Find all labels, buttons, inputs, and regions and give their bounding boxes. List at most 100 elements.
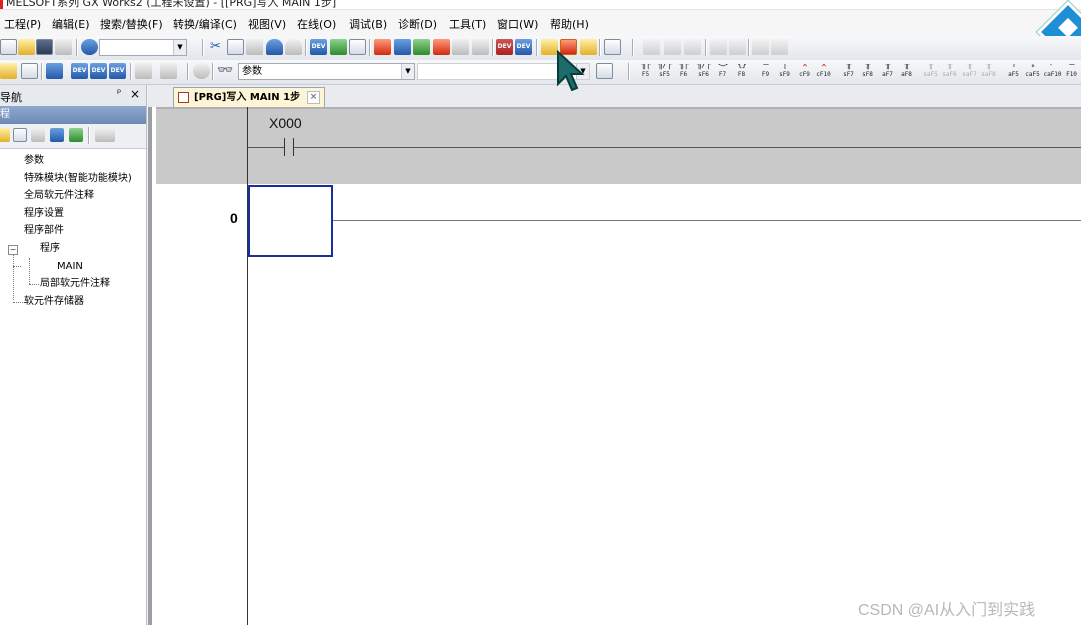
ladder-key-af8[interactable]: ╫ aF8 [897, 64, 916, 80]
navigation-toolbar [0, 124, 146, 149]
menu-diagnostics[interactable]: 诊断(D) [398, 16, 437, 32]
tab-main-program[interactable]: [PRG]写入 MAIN 1步 × [173, 87, 325, 107]
navigation-section-label: 程 [0, 109, 10, 120]
print-icon[interactable] [55, 39, 72, 55]
device-verify-icon[interactable] [349, 39, 366, 55]
ladder-key-f8[interactable]: {} F8 [732, 64, 751, 80]
menu-help[interactable]: 帮助(H) [550, 16, 589, 32]
arrange-icon[interactable] [643, 39, 660, 55]
menu-project[interactable]: 工程(P) [4, 16, 41, 32]
ladder-key-label: saF8 [981, 71, 996, 78]
open-folder-icon[interactable] [18, 39, 35, 55]
ladder-key-f5[interactable]: ╢├ F5 [636, 64, 655, 80]
undo-icon[interactable] [266, 39, 283, 55]
batch-monitor-icon[interactable] [472, 39, 489, 55]
ladder-key-cf9[interactable]: ✕ cF9 [795, 64, 814, 80]
copy-data-icon[interactable] [13, 128, 27, 142]
ladder-key-f9[interactable]: — F9 [756, 64, 775, 80]
project-icon[interactable] [0, 63, 17, 79]
menu-edit[interactable]: 编辑(E) [52, 16, 90, 32]
ladder-key-saf8[interactable]: ╫ saF8 [979, 64, 998, 80]
refresh-icon[interactable] [69, 128, 83, 142]
ladder-key-caf10[interactable]: ⌐ caF10 [1043, 64, 1062, 80]
ladder-key-label: sF6 [698, 71, 709, 78]
ladder-key-af5[interactable]: ↑ aF5 [1004, 64, 1023, 80]
ladder-key-label: saF5 [923, 71, 938, 78]
copy-icon[interactable] [227, 39, 244, 55]
binoculars-icon[interactable]: 👓 [217, 63, 234, 79]
ladder-key-sf8[interactable]: ╫ sF8 [858, 64, 877, 80]
ladder-key-saf5[interactable]: ╫ saF5 [921, 64, 940, 80]
ladder-key-f10[interactable]: — F10 [1062, 64, 1081, 80]
arrange3-icon[interactable] [684, 39, 701, 55]
monitor-write-icon[interactable] [452, 39, 469, 55]
device-batch-icon[interactable]: DEV [515, 39, 532, 55]
plc-write-icon[interactable] [374, 39, 391, 55]
device-read-icon[interactable] [330, 39, 347, 55]
ladder-key-saf6[interactable]: ╫ saF6 [940, 64, 959, 80]
pin-icon[interactable]: ᵖ [117, 88, 121, 99]
window-icon[interactable] [46, 63, 63, 79]
tab-close-icon[interactable]: × [307, 91, 320, 104]
contact-device-label: X000 [269, 115, 302, 131]
parameter-combo[interactable]: 参数 ▼ [238, 63, 415, 80]
zoom-out-icon[interactable] [729, 39, 746, 55]
ladder-key-caf5[interactable]: ↓ caF5 [1023, 64, 1042, 80]
ladder-symbol-icon: ╫ [865, 64, 870, 70]
ladder-editor[interactable]: X000 0 [148, 107, 1081, 625]
page-icon[interactable] [596, 63, 613, 79]
find-device-icon[interactable] [160, 63, 177, 79]
ladder-key-af7[interactable]: ╫ aF7 [878, 64, 897, 80]
plc-read-icon[interactable] [394, 39, 411, 55]
cut-icon[interactable]: ✂ [207, 39, 224, 55]
menu-convert-compile[interactable]: 转换/编译(C) [173, 16, 237, 32]
entry-data-monitor-icon[interactable]: DEV [496, 39, 513, 55]
module-icon[interactable] [21, 63, 38, 79]
device-memory-icon[interactable]: DEV [109, 63, 126, 79]
ladder-key-f6[interactable]: ╢├ F6 [674, 64, 693, 80]
watch-icon[interactable] [135, 63, 152, 79]
device-comment-icon[interactable]: DEV [71, 63, 88, 79]
menu-debug[interactable]: 调试(B) [349, 16, 387, 32]
menu-tools[interactable]: 工具(T) [449, 16, 486, 32]
help-icon[interactable] [81, 39, 98, 55]
project-combo[interactable]: ▼ [99, 39, 187, 56]
paste-data-icon[interactable] [31, 128, 45, 142]
new-data-icon[interactable] [0, 128, 10, 142]
ladder-key-label: sF9 [779, 71, 790, 78]
device-write-icon[interactable]: DEV [310, 39, 327, 55]
ladder-key-cf10[interactable]: ✕ cF10 [814, 64, 833, 80]
ladder-cursor[interactable] [248, 185, 333, 257]
menu-search-replace[interactable]: 搜索/替换(F) [100, 16, 163, 32]
sfc2-icon[interactable] [771, 39, 788, 55]
ladder-key-label: cF10 [816, 71, 831, 78]
sfc-icon[interactable] [752, 39, 769, 55]
ladder-key-f7[interactable]: <> F7 [713, 64, 732, 80]
ladder-symbol-icon: ✕ [821, 64, 826, 70]
close-icon[interactable]: × [130, 87, 140, 101]
ladder-key-saf7[interactable]: ╫ saF7 [960, 64, 979, 80]
device-list-icon[interactable]: DEV [90, 63, 107, 79]
sort-icon[interactable] [95, 128, 115, 142]
paste-icon[interactable] [246, 39, 263, 55]
save-icon[interactable] [36, 39, 53, 55]
question-icon[interactable] [193, 63, 210, 79]
ladder-key-sf9[interactable]: | sF9 [775, 64, 794, 80]
ladder-key-sf5[interactable]: ╢/├ sF5 [655, 64, 674, 80]
zoom-in-icon[interactable] [710, 39, 727, 55]
ladder-key-sf6[interactable]: ╢/├ sF6 [694, 64, 713, 80]
menu-view[interactable]: 视图(V) [248, 16, 286, 32]
menu-online[interactable]: 在线(O) [297, 16, 336, 32]
collapse-icon[interactable]: − [8, 245, 18, 255]
stop-monitor-icon[interactable] [433, 39, 450, 55]
new-file-icon[interactable] [0, 39, 17, 55]
menu-window[interactable]: 窗口(W) [497, 16, 538, 32]
ladder-key-sf7[interactable]: ╫ sF7 [839, 64, 858, 80]
property-icon[interactable] [50, 128, 64, 142]
redo-icon[interactable] [285, 39, 302, 55]
screen-display-icon[interactable] [604, 39, 621, 55]
ladder-symbol-icon: ╫ [947, 64, 952, 70]
monitor-icon[interactable] [413, 39, 430, 55]
arrange2-icon[interactable] [664, 39, 681, 55]
ladder-symbol-icon: {} [737, 64, 747, 70]
